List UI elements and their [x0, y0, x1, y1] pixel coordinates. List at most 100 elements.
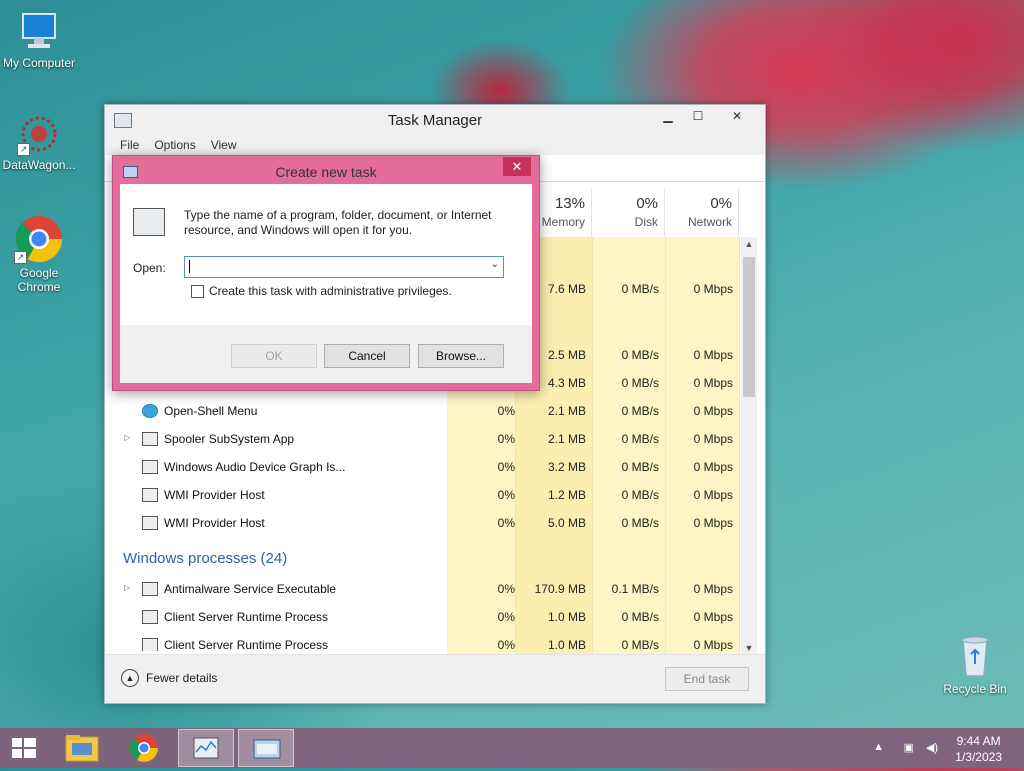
- show-hidden-icons-chevron-icon[interactable]: ▲: [873, 741, 884, 753]
- process-window-icon: [142, 610, 158, 624]
- shortcut-arrow-icon: ↗: [14, 251, 27, 264]
- open-shell-icon: [142, 404, 158, 418]
- menu-options[interactable]: Options: [147, 133, 203, 155]
- admin-privileges-checkbox[interactable]: Create this task with administrative pri…: [191, 284, 452, 298]
- dialog-message: Type the name of a program, folder, docu…: [184, 208, 492, 237]
- expand-chevron-icon[interactable]: ▷: [124, 583, 130, 592]
- process-name: Client Server Runtime Process: [164, 610, 329, 624]
- desktop-icon-recycle-bin[interactable]: Recycle Bin: [936, 630, 1014, 696]
- open-label: Open:: [133, 261, 166, 275]
- memory-cell: 1.2 MB: [547, 488, 586, 502]
- menu-file[interactable]: File: [113, 133, 147, 155]
- wmi-provider-icon: [142, 516, 158, 530]
- network-icon[interactable]: ▣: [904, 741, 914, 754]
- task-manager-titlebar[interactable]: Task Manager ▁ ☐ ✕: [105, 105, 765, 133]
- desktop-icon-datawagon[interactable]: ↗ DataWagon...: [0, 112, 78, 172]
- cpu-cell: 0%: [497, 610, 515, 624]
- network-cell: 0 Mbps: [693, 516, 733, 530]
- network-cell: 0 Mbps: [693, 404, 733, 418]
- process-name: Antimalware Service Executable: [164, 582, 337, 596]
- process-window-icon: [142, 638, 158, 651]
- process-name: Open-Shell Menu: [164, 404, 258, 418]
- desktop-icon-google-chrome[interactable]: ↗ Google Chrome: [0, 214, 78, 294]
- network-cell: 0 Mbps: [693, 488, 733, 502]
- menu-view[interactable]: View: [204, 133, 245, 155]
- fewer-details-button[interactable]: ▲ Fewer details: [121, 669, 217, 687]
- desktop-icon-my-computer[interactable]: My Computer: [0, 10, 78, 70]
- chevron-down-icon[interactable]: ⌄: [491, 259, 499, 270]
- taskbar-run-dialog[interactable]: [238, 729, 294, 767]
- network-percent: 0%: [710, 195, 732, 212]
- taskbar-task-manager[interactable]: [178, 729, 234, 767]
- disk-cell: 0 MB/s: [621, 404, 659, 418]
- cpu-cell: 0%: [497, 460, 515, 474]
- end-task-button[interactable]: End task: [665, 667, 749, 691]
- table-row[interactable]: ▷ Antimalware Service Executable 0% 170.…: [105, 575, 739, 603]
- scroll-down-icon[interactable]: ▼: [741, 643, 757, 653]
- process-window-icon: [142, 582, 158, 596]
- network-cell: 0 Mbps: [693, 610, 733, 624]
- network-cell: 0 Mbps: [693, 348, 733, 362]
- ok-button[interactable]: OK: [231, 344, 317, 368]
- network-column-header[interactable]: 0% Network: [666, 189, 739, 237]
- disk-cell: 0 MB/s: [621, 610, 659, 624]
- scroll-up-icon[interactable]: ▲: [741, 239, 757, 249]
- memory-cell: 1.0 MB: [547, 610, 586, 624]
- datawagon-icon: ↗: [17, 112, 61, 156]
- create-new-task-dialog: Create new task ✕ Type the name of a pro…: [112, 155, 540, 391]
- disk-cell: 0 MB/s: [621, 282, 659, 296]
- run-icon: [253, 739, 281, 759]
- group-header-windows-processes[interactable]: Windows processes (24): [123, 550, 287, 567]
- chevron-up-icon: ▲: [121, 669, 139, 687]
- table-row[interactable]: WMI Provider Host 0% 1.2 MB 0 MB/s 0 Mbp…: [105, 481, 739, 509]
- table-row[interactable]: Open-Shell Menu 0% 2.1 MB 0 MB/s 0 Mbps: [105, 397, 739, 425]
- process-name: Spooler SubSystem App: [164, 432, 295, 446]
- memory-cell: 5.0 MB: [547, 516, 586, 530]
- disk-cell: 0 MB/s: [621, 488, 659, 502]
- task-manager-icon: [193, 737, 219, 759]
- memory-cell: 3.2 MB: [547, 460, 586, 474]
- table-row[interactable]: Client Server Runtime Process 0% 1.0 MB …: [105, 631, 739, 651]
- cpu-cell: 0%: [497, 638, 515, 651]
- scrollbar-thumb[interactable]: [743, 257, 755, 397]
- close-button[interactable]: ✕: [719, 109, 755, 125]
- browse-button[interactable]: Browse...: [418, 344, 504, 368]
- minimize-button[interactable]: ▁: [655, 109, 681, 125]
- folder-icon: [65, 735, 99, 762]
- cancel-button[interactable]: Cancel: [324, 344, 410, 368]
- table-row[interactable]: Client Server Runtime Process 0% 1.0 MB …: [105, 603, 739, 631]
- recycle-bin-icon: [955, 630, 995, 680]
- desktop-icon-label: Recycle Bin: [943, 682, 1007, 696]
- table-row[interactable]: ▷ Spooler SubSystem App 0% 2.1 MB 0 MB/s…: [105, 425, 739, 453]
- dialog-close-button[interactable]: ✕: [503, 157, 531, 176]
- disk-cell: 0 MB/s: [621, 376, 659, 390]
- network-cell: 0 Mbps: [693, 638, 733, 651]
- chrome-icon: [129, 734, 158, 762]
- memory-cell: 1.0 MB: [547, 638, 586, 651]
- process-name: Windows Audio Device Graph Is...: [164, 460, 346, 474]
- process-name: Client Server Runtime Process: [164, 638, 329, 651]
- network-cell: 0 Mbps: [693, 282, 733, 296]
- network-cell: 0 Mbps: [693, 582, 733, 596]
- clock[interactable]: 9:44 AM 1/3/2023: [955, 733, 1002, 765]
- taskbar-file-explorer[interactable]: [54, 729, 110, 767]
- start-button[interactable]: [0, 729, 48, 767]
- dialog-button-bar: OK Cancel Browse...: [120, 325, 532, 383]
- task-manager-footer: ▲ Fewer details End task: [105, 654, 765, 703]
- taskbar-chrome[interactable]: [116, 729, 172, 767]
- expand-chevron-icon[interactable]: ▷: [124, 433, 130, 442]
- vertical-scrollbar[interactable]: ▲ ▼: [741, 237, 757, 655]
- disk-cell: 0 MB/s: [621, 348, 659, 362]
- network-cell: 0 Mbps: [693, 460, 733, 474]
- wmi-provider-icon: [142, 488, 158, 502]
- checkbox-box[interactable]: [191, 284, 204, 298]
- dialog-titlebar[interactable]: Create new task ✕: [113, 156, 539, 184]
- table-row[interactable]: Windows Audio Device Graph Is... 0% 3.2 …: [105, 453, 739, 481]
- disk-column-header[interactable]: 0% Disk: [593, 189, 665, 237]
- maximize-button[interactable]: ☐: [685, 109, 711, 125]
- clock-date: 1/3/2023: [955, 750, 1002, 764]
- windows-logo-icon: [12, 738, 36, 758]
- open-input[interactable]: ⌄: [184, 256, 504, 278]
- volume-icon[interactable]: ◀): [926, 741, 938, 754]
- table-row[interactable]: WMI Provider Host 0% 5.0 MB 0 MB/s 0 Mbp…: [105, 509, 739, 537]
